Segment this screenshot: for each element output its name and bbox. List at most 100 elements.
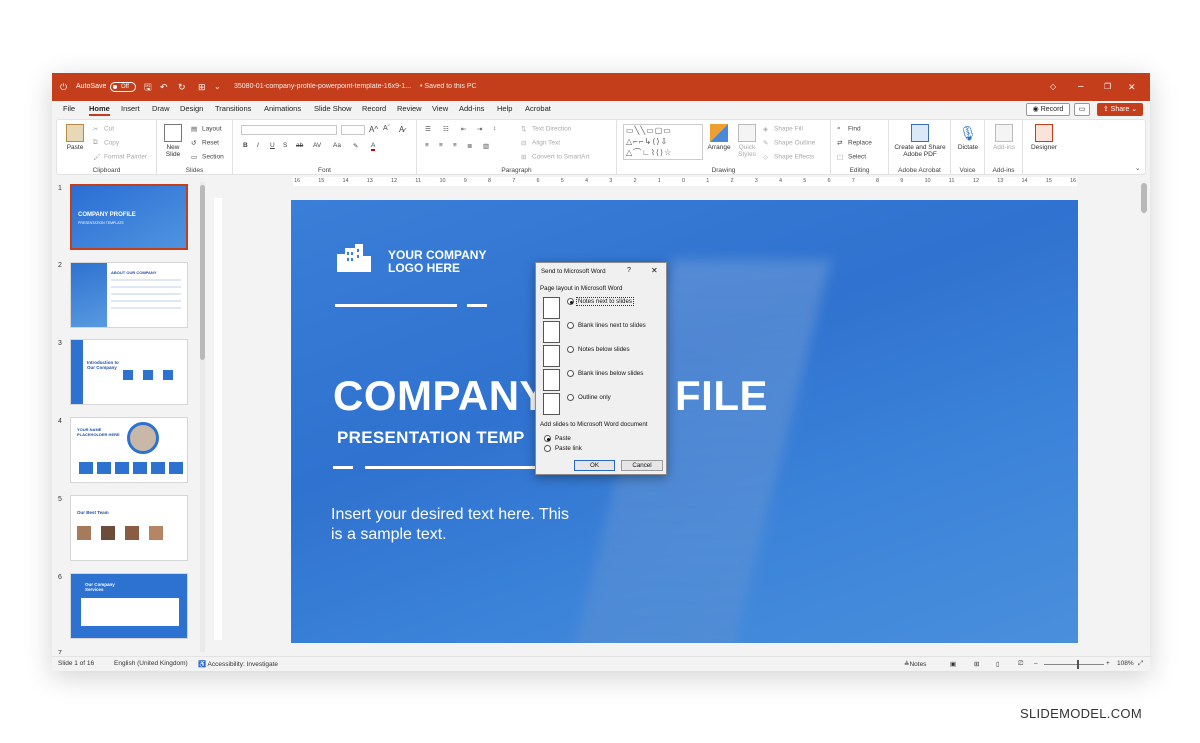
option-notes-below-slides[interactable]: Notes below slides — [578, 346, 630, 353]
shape-effects-button[interactable]: ◇ Shape Effects — [763, 153, 814, 161]
copy-button[interactable]: ⧉ Copy — [93, 139, 119, 147]
zoom-slider-thumb[interactable] — [1077, 660, 1079, 669]
radio-blank-lines-next[interactable] — [567, 322, 574, 329]
save-icon[interactable]: 🖫 — [144, 73, 152, 101]
slide-thumbnail-3[interactable]: Introduction to Our Company — [70, 339, 188, 405]
restore-icon[interactable]: ❐ — [1104, 73, 1111, 101]
italic-icon[interactable]: I — [257, 142, 259, 149]
minimize-icon[interactable]: – — [1078, 73, 1084, 101]
cut-button[interactable]: ✂ Cut — [93, 125, 114, 133]
notes-button[interactable]: ≜Notes — [904, 660, 926, 668]
reset-button[interactable]: ↺ Reset — [191, 139, 219, 147]
tab-transitions[interactable]: Transitions — [215, 104, 251, 113]
font-color-icon[interactable]: A — [371, 142, 376, 151]
line-spacing-icon[interactable]: ↕ — [493, 125, 496, 132]
font-shrink-icon[interactable]: Aˇ — [383, 125, 390, 132]
redo-icon[interactable]: ↻ — [178, 73, 186, 101]
present-icon[interactable]: ⊞ — [198, 73, 206, 101]
editor-scroll-thumb[interactable] — [1141, 183, 1147, 213]
share-button[interactable]: ⇪ Share ⌄ — [1097, 103, 1143, 116]
align-left-icon[interactable]: ≡ — [425, 142, 429, 149]
zoom-slider[interactable] — [1044, 664, 1104, 665]
tab-home[interactable]: Home — [89, 104, 110, 116]
qat-more-icon[interactable]: ⌄ — [214, 73, 221, 101]
option-notes-next-to-slides[interactable]: Notes next to slides — [576, 297, 634, 306]
tab-draw[interactable]: Draw — [152, 104, 170, 113]
zoom-level[interactable]: 108% — [1117, 660, 1134, 667]
tab-view[interactable]: View — [432, 104, 448, 113]
replace-button[interactable]: ⇄ Replace — [837, 139, 872, 147]
clear-format-icon[interactable]: A̷ — [399, 125, 404, 134]
collapse-ribbon-icon[interactable]: ⌄ — [1135, 164, 1140, 172]
help-icon[interactable]: ? — [627, 267, 631, 274]
tab-review[interactable]: Review — [397, 104, 422, 113]
tab-record[interactable]: Record — [362, 104, 386, 113]
bullets-icon[interactable]: ☰ — [425, 125, 431, 133]
tab-insert[interactable]: Insert — [121, 104, 140, 113]
new-slide-button[interactable]: New Slide — [161, 124, 185, 158]
numbering-icon[interactable]: ☷ — [443, 125, 449, 133]
undo-icon[interactable]: ↶ — [160, 73, 168, 101]
tab-design[interactable]: Design — [180, 104, 203, 113]
shapes-gallery[interactable]: ▭╲╲▭▢▭ △⌐⌐↳⟨⟩⇩ △⌒∟⌇⟨⟩☆ — [623, 124, 703, 160]
layout-button[interactable]: ▤ Layout — [191, 125, 222, 133]
find-button[interactable]: ⌕ Find — [837, 125, 861, 133]
align-center-icon[interactable]: ≡ — [439, 142, 443, 149]
text-direction-button[interactable]: ⇅ Text Direction — [521, 125, 571, 133]
radio-blank-lines-below[interactable] — [567, 370, 574, 377]
slide-sorter-icon[interactable]: ⊞ — [974, 660, 979, 668]
select-button[interactable]: ⬚ Select — [837, 153, 866, 161]
tab-slide-show[interactable]: Slide Show — [314, 104, 352, 113]
dictate-button[interactable]: 🎙 Dictate — [954, 124, 982, 151]
radio-paste[interactable] — [544, 435, 551, 442]
option-blank-lines-next[interactable]: Blank lines next to slides — [578, 322, 646, 329]
tab-file[interactable]: File — [63, 104, 75, 113]
radio-outline-only[interactable] — [567, 394, 574, 401]
font-size-dropdown[interactable] — [341, 125, 365, 135]
record-button[interactable]: ◉ Record — [1026, 103, 1070, 116]
tab-help[interactable]: Help — [497, 104, 512, 113]
editor-scrollbar[interactable] — [1141, 177, 1147, 647]
ok-button[interactable]: OK — [574, 460, 615, 471]
zoom-in-icon[interactable]: + — [1106, 660, 1110, 667]
shape-outline-button[interactable]: ✎ Shape Outline — [763, 139, 815, 147]
add-ins-button[interactable]: Add-ins — [989, 124, 1019, 151]
quick-styles-button[interactable]: Quick Styles — [735, 124, 759, 158]
radio-notes-next-to-slides[interactable] — [567, 298, 574, 305]
slide-thumbnail-2[interactable]: ABOUT OUR COMPANY — [70, 262, 188, 328]
designer-button[interactable]: Designer — [1027, 124, 1061, 151]
tab-add-ins[interactable]: Add-ins — [459, 104, 484, 113]
highlight-icon[interactable]: ✎ — [353, 142, 358, 150]
font-name-dropdown[interactable] — [241, 125, 337, 135]
slide-canvas[interactable]: YOUR COMPANY LOGO HERE COMPANY FILE PRES… — [291, 200, 1078, 643]
option-paste-link[interactable]: Paste link — [555, 445, 582, 452]
shadow-icon[interactable]: S — [283, 142, 287, 149]
fit-slide-icon[interactable]: ⤢ — [1138, 660, 1143, 668]
language[interactable]: English (United Kingdom) — [114, 660, 188, 667]
tab-animations[interactable]: Animations — [264, 104, 301, 113]
comments-icon[interactable]: ▭ — [1074, 103, 1090, 116]
accessibility-status[interactable]: ♿ Accessibility: Investigate — [198, 660, 278, 668]
thumbnails-scroll-thumb[interactable] — [200, 185, 205, 360]
radio-notes-below-slides[interactable] — [567, 346, 574, 353]
convert-smartart-button[interactable]: ⊞ Convert to SmartArt — [521, 153, 589, 161]
slideshow-view-icon[interactable]: ⎚ — [1018, 660, 1023, 668]
align-text-button[interactable]: ⊟ Align Text — [521, 139, 560, 147]
tab-acrobat[interactable]: Acrobat — [525, 104, 551, 113]
option-paste[interactable]: Paste — [555, 435, 571, 442]
close-window-icon[interactable]: ✕ — [1128, 73, 1136, 101]
align-right-icon[interactable]: ≡ — [453, 142, 457, 149]
format-painter-button[interactable]: 🖌 Format Painter — [93, 153, 147, 161]
radio-paste-link[interactable] — [544, 445, 551, 452]
change-case-icon[interactable]: Aa — [333, 142, 341, 149]
zoom-out-icon[interactable]: – — [1034, 660, 1038, 667]
bold-icon[interactable]: B — [243, 142, 248, 149]
create-share-pdf-button[interactable]: Create and Share Adobe PDF — [893, 124, 947, 158]
autosave-toggle[interactable]: Off — [110, 82, 136, 92]
arrange-button[interactable]: Arrange — [707, 124, 731, 151]
slide-thumbnail-1[interactable]: COMPANY PROFILE PRESENTATION TEMPLATE — [70, 184, 188, 250]
slide-thumbnail-4[interactable]: YOUR NAME PLACEHOLDER HERE — [70, 417, 188, 483]
font-grow-icon[interactable]: A^ — [369, 125, 378, 134]
close-icon[interactable]: ✕ — [651, 266, 658, 275]
option-outline-only[interactable]: Outline only — [578, 394, 611, 401]
